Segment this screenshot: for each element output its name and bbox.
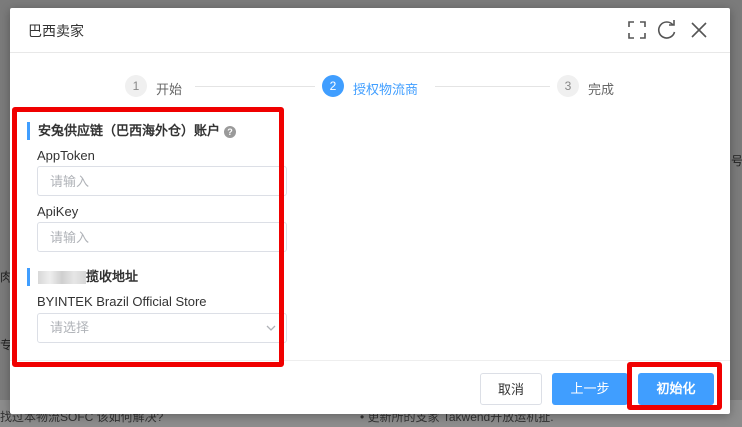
step-1-number: 1 (125, 75, 147, 97)
steps-bar: 1 开始 2 授权物流商 3 完成 (10, 75, 730, 99)
cancel-button[interactable]: 取消 (480, 373, 542, 405)
highlight-box-form (12, 107, 284, 367)
step-3-number: 3 (557, 75, 579, 97)
highlight-box-initialize (627, 362, 722, 410)
prev-step-button[interactable]: 上一步 (552, 373, 628, 405)
step-connector (435, 86, 550, 87)
step-2-number: 2 (322, 75, 344, 97)
step-connector (195, 86, 315, 87)
step-1-label: 开始 (156, 82, 183, 97)
background-text: 号 (731, 154, 742, 168)
close-icon[interactable] (688, 19, 710, 41)
step-3-label: 完成 (588, 82, 615, 97)
dialog-title: 巴西卖家 (28, 23, 84, 39)
refresh-icon[interactable] (656, 19, 678, 41)
fullscreen-icon[interactable] (626, 19, 648, 41)
step-2-label: 授权物流商 (353, 82, 419, 97)
dialog-header: 巴西卖家 (10, 8, 730, 53)
